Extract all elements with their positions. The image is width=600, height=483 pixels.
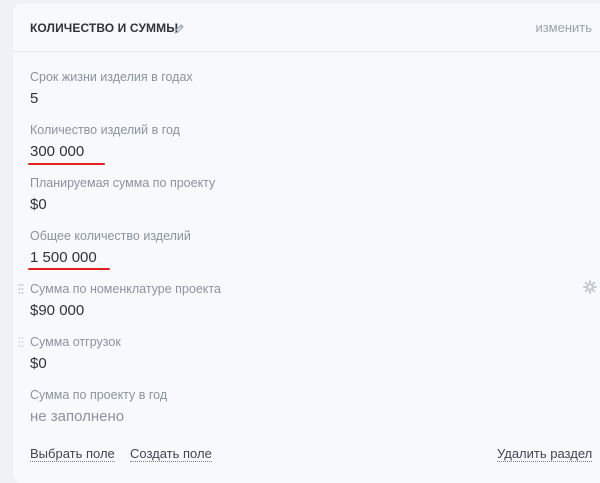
field-value: 300 000 <box>30 143 85 160</box>
field-label: Срок жизни изделия в годах <box>30 70 193 84</box>
field-project-amount-per-year[interactable]: Сумма по проекту в год не заполнено <box>30 387 167 426</box>
field-label: Сумма по проекту в год <box>30 388 168 402</box>
field-units-per-year[interactable]: Количество изделий в год 300 000 <box>30 122 180 161</box>
field-label: Сумма по номенклатуре проекта <box>30 282 221 296</box>
field-value: $0 <box>30 196 47 213</box>
red-underline-annotation <box>28 268 110 270</box>
section-header: КОЛИЧЕСТВО И СУММЫ изменить <box>13 3 600 52</box>
field-value: 5 <box>30 90 39 107</box>
drag-handle-icon[interactable] <box>18 282 24 294</box>
section-title: КОЛИЧЕСТВО И СУММЫ <box>30 21 179 35</box>
edit-section-link[interactable]: изменить <box>535 20 592 35</box>
field-planned-amount[interactable]: Планируемая сумма по проекту $0 <box>30 175 215 214</box>
field-lifetime-years[interactable]: Срок жизни изделия в годах 5 <box>30 69 193 108</box>
field-label: Планируемая сумма по проекту <box>30 176 216 190</box>
field-value: $90 000 <box>30 302 85 319</box>
delete-section-link[interactable]: Удалить раздел <box>497 446 593 462</box>
field-label: Общее количество изделий <box>30 229 191 243</box>
section-panel: КОЛИЧЕСТВО И СУММЫ изменить Срок жизни и… <box>13 3 600 483</box>
field-shipments-amount[interactable]: Сумма отгрузок $0 <box>30 334 121 373</box>
field-label: Сумма отгрузок <box>30 335 121 349</box>
create-field-link[interactable]: Создать поле <box>130 446 212 462</box>
field-value: $0 <box>30 355 47 372</box>
field-value: не заполнено <box>30 408 125 425</box>
drag-handle-icon[interactable] <box>18 335 24 347</box>
field-total-units[interactable]: Общее количество изделий 1 500 000 <box>30 228 191 267</box>
choose-field-link[interactable]: Выбрать поле <box>30 446 115 462</box>
field-value: 1 500 000 <box>30 249 97 266</box>
field-nomenclature-amount[interactable]: Сумма по номенклатуре проекта $90 000 <box>30 281 221 320</box>
red-underline-annotation <box>28 163 105 165</box>
gear-icon[interactable] <box>583 280 597 294</box>
pencil-icon[interactable] <box>173 22 185 34</box>
field-label: Количество изделий в год <box>30 123 180 137</box>
